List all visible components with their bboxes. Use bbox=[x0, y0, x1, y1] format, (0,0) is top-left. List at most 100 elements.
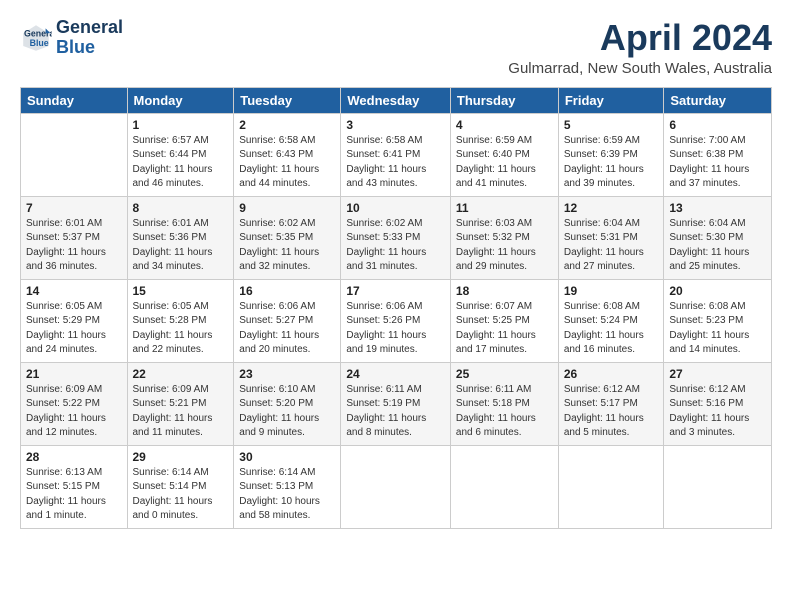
day-number: 27 bbox=[669, 367, 766, 381]
day-number: 25 bbox=[456, 367, 553, 381]
calendar-cell: 3 Sunrise: 6:58 AMSunset: 6:41 PMDaylight… bbox=[341, 113, 451, 196]
calendar-cell: 24 Sunrise: 6:11 AMSunset: 5:19 PMDayligh… bbox=[341, 362, 451, 445]
logo-text: General Blue bbox=[56, 18, 123, 58]
location: Gulmarrad, New South Wales, Australia bbox=[508, 60, 772, 77]
day-number: 13 bbox=[669, 201, 766, 215]
calendar-cell: 14 Sunrise: 6:05 AMSunset: 5:29 PMDayligh… bbox=[21, 279, 128, 362]
calendar-cell: 5 Sunrise: 6:59 AMSunset: 6:39 PMDaylight… bbox=[558, 113, 664, 196]
logo: General Blue General Blue bbox=[20, 18, 123, 58]
day-info: Sunrise: 6:09 AMSunset: 5:21 PMDaylight:… bbox=[133, 383, 229, 441]
day-number: 22 bbox=[133, 367, 229, 381]
day-info: Sunrise: 6:04 AMSunset: 5:31 PMDaylight:… bbox=[564, 217, 659, 275]
day-info: Sunrise: 6:09 AMSunset: 5:22 PMDaylight:… bbox=[26, 383, 122, 441]
day-info: Sunrise: 6:58 AMSunset: 6:43 PMDaylight:… bbox=[239, 134, 335, 192]
day-info: Sunrise: 6:08 AMSunset: 5:23 PMDaylight:… bbox=[669, 300, 766, 358]
day-number: 6 bbox=[669, 118, 766, 132]
day-info: Sunrise: 6:11 AMSunset: 5:19 PMDaylight:… bbox=[346, 383, 445, 441]
day-info: Sunrise: 6:04 AMSunset: 5:30 PMDaylight:… bbox=[669, 217, 766, 275]
day-number: 14 bbox=[26, 284, 122, 298]
day-info: Sunrise: 6:11 AMSunset: 5:18 PMDaylight:… bbox=[456, 383, 553, 441]
day-info: Sunrise: 6:03 AMSunset: 5:32 PMDaylight:… bbox=[456, 217, 553, 275]
calendar-week-row: 28Sunrise: 6:13 AMSunset: 5:15 PMDayligh… bbox=[21, 445, 772, 528]
calendar-cell: 12 Sunrise: 6:04 AMSunset: 5:31 PMDayligh… bbox=[558, 196, 664, 279]
day-number: 1 bbox=[133, 118, 229, 132]
day-number: 11 bbox=[456, 201, 553, 215]
day-number: 5 bbox=[564, 118, 659, 132]
day-number: 12 bbox=[564, 201, 659, 215]
calendar-cell: 26 Sunrise: 6:12 AMSunset: 5:17 PMDayligh… bbox=[558, 362, 664, 445]
day-header-sunday: Sunday bbox=[21, 87, 128, 113]
day-info: Sunrise: 6:58 AMSunset: 6:41 PMDaylight:… bbox=[346, 134, 445, 192]
day-number: 15 bbox=[133, 284, 229, 298]
calendar-cell bbox=[450, 445, 558, 528]
day-number: 20 bbox=[669, 284, 766, 298]
calendar-cell: 21Sunrise: 6:09 AMSunset: 5:22 PMDayligh… bbox=[21, 362, 128, 445]
day-info: Sunrise: 6:02 AMSunset: 5:33 PMDaylight:… bbox=[346, 217, 445, 275]
calendar-cell: 20 Sunrise: 6:08 AMSunset: 5:23 PMDayligh… bbox=[664, 279, 772, 362]
day-header-wednesday: Wednesday bbox=[341, 87, 451, 113]
header: General Blue General Blue April 2024 Gul… bbox=[20, 18, 772, 77]
calendar-cell: 13 Sunrise: 6:04 AMSunset: 5:30 PMDayligh… bbox=[664, 196, 772, 279]
day-info: Sunrise: 6:59 AMSunset: 6:39 PMDaylight:… bbox=[564, 134, 659, 192]
day-number: 7 bbox=[26, 201, 122, 215]
day-number: 23 bbox=[239, 367, 335, 381]
day-number: 30 bbox=[239, 450, 335, 464]
day-number: 8 bbox=[133, 201, 229, 215]
calendar-cell: 8 Sunrise: 6:01 AMSunset: 5:36 PMDaylight… bbox=[127, 196, 234, 279]
day-header-tuesday: Tuesday bbox=[234, 87, 341, 113]
title-block: April 2024 Gulmarrad, New South Wales, A… bbox=[508, 18, 772, 77]
day-info: Sunrise: 6:13 AMSunset: 5:15 PMDaylight:… bbox=[26, 466, 122, 524]
day-info: Sunrise: 6:14 AMSunset: 5:14 PMDaylight:… bbox=[133, 466, 229, 524]
day-info: Sunrise: 6:06 AMSunset: 5:26 PMDaylight:… bbox=[346, 300, 445, 358]
calendar-cell: 30 Sunrise: 6:14 AMSunset: 5:13 PMDayligh… bbox=[234, 445, 341, 528]
calendar-cell bbox=[21, 113, 128, 196]
calendar-week-row: 14 Sunrise: 6:05 AMSunset: 5:29 PMDayligh… bbox=[21, 279, 772, 362]
day-number: 3 bbox=[346, 118, 445, 132]
day-info: Sunrise: 6:01 AMSunset: 5:36 PMDaylight:… bbox=[133, 217, 229, 275]
day-info: Sunrise: 6:06 AMSunset: 5:27 PMDaylight:… bbox=[239, 300, 335, 358]
calendar-cell: 4 Sunrise: 6:59 AMSunset: 6:40 PMDaylight… bbox=[450, 113, 558, 196]
calendar-cell: 19Sunrise: 6:08 AMSunset: 5:24 PMDayligh… bbox=[558, 279, 664, 362]
calendar-week-row: 1 Sunrise: 6:57 AMSunset: 6:44 PMDaylight… bbox=[21, 113, 772, 196]
calendar-cell bbox=[664, 445, 772, 528]
day-info: Sunrise: 6:05 AMSunset: 5:29 PMDaylight:… bbox=[26, 300, 122, 358]
day-info: Sunrise: 6:08 AMSunset: 5:24 PMDaylight:… bbox=[564, 300, 659, 358]
day-number: 26 bbox=[564, 367, 659, 381]
day-number: 16 bbox=[239, 284, 335, 298]
day-number: 4 bbox=[456, 118, 553, 132]
day-number: 18 bbox=[456, 284, 553, 298]
month-title: April 2024 bbox=[508, 18, 772, 58]
calendar-cell: 7Sunrise: 6:01 AMSunset: 5:37 PMDaylight… bbox=[21, 196, 128, 279]
day-info: Sunrise: 6:12 AMSunset: 5:17 PMDaylight:… bbox=[564, 383, 659, 441]
day-number: 29 bbox=[133, 450, 229, 464]
calendar-cell: 2Sunrise: 6:58 AMSunset: 6:43 PMDaylight… bbox=[234, 113, 341, 196]
logo-icon: General Blue bbox=[20, 22, 52, 54]
day-header-thursday: Thursday bbox=[450, 87, 558, 113]
calendar-cell bbox=[341, 445, 451, 528]
day-number: 24 bbox=[346, 367, 445, 381]
calendar-cell: 6Sunrise: 7:00 AMSunset: 6:38 PMDaylight… bbox=[664, 113, 772, 196]
day-info: Sunrise: 6:12 AMSunset: 5:16 PMDaylight:… bbox=[669, 383, 766, 441]
day-header-friday: Friday bbox=[558, 87, 664, 113]
calendar-cell: 28Sunrise: 6:13 AMSunset: 5:15 PMDayligh… bbox=[21, 445, 128, 528]
calendar-cell: 1 Sunrise: 6:57 AMSunset: 6:44 PMDaylight… bbox=[127, 113, 234, 196]
calendar-cell: 17 Sunrise: 6:06 AMSunset: 5:26 PMDayligh… bbox=[341, 279, 451, 362]
svg-text:Blue: Blue bbox=[30, 38, 49, 48]
calendar-week-row: 21Sunrise: 6:09 AMSunset: 5:22 PMDayligh… bbox=[21, 362, 772, 445]
svg-text:General: General bbox=[24, 28, 52, 38]
day-info: Sunrise: 6:02 AMSunset: 5:35 PMDaylight:… bbox=[239, 217, 335, 275]
day-header-saturday: Saturday bbox=[664, 87, 772, 113]
day-header-monday: Monday bbox=[127, 87, 234, 113]
day-info: Sunrise: 6:59 AMSunset: 6:40 PMDaylight:… bbox=[456, 134, 553, 192]
day-info: Sunrise: 6:14 AMSunset: 5:13 PMDaylight:… bbox=[239, 466, 335, 524]
day-info: Sunrise: 6:10 AMSunset: 5:20 PMDaylight:… bbox=[239, 383, 335, 441]
page: General Blue General Blue April 2024 Gul… bbox=[0, 0, 792, 612]
calendar-week-row: 7Sunrise: 6:01 AMSunset: 5:37 PMDaylight… bbox=[21, 196, 772, 279]
calendar-table: SundayMondayTuesdayWednesdayThursdayFrid… bbox=[20, 87, 772, 529]
day-info: Sunrise: 6:07 AMSunset: 5:25 PMDaylight:… bbox=[456, 300, 553, 358]
day-info: Sunrise: 6:57 AMSunset: 6:44 PMDaylight:… bbox=[133, 134, 229, 192]
day-info: Sunrise: 6:05 AMSunset: 5:28 PMDaylight:… bbox=[133, 300, 229, 358]
day-number: 17 bbox=[346, 284, 445, 298]
calendar-cell: 22 Sunrise: 6:09 AMSunset: 5:21 PMDayligh… bbox=[127, 362, 234, 445]
calendar-cell: 18 Sunrise: 6:07 AMSunset: 5:25 PMDayligh… bbox=[450, 279, 558, 362]
